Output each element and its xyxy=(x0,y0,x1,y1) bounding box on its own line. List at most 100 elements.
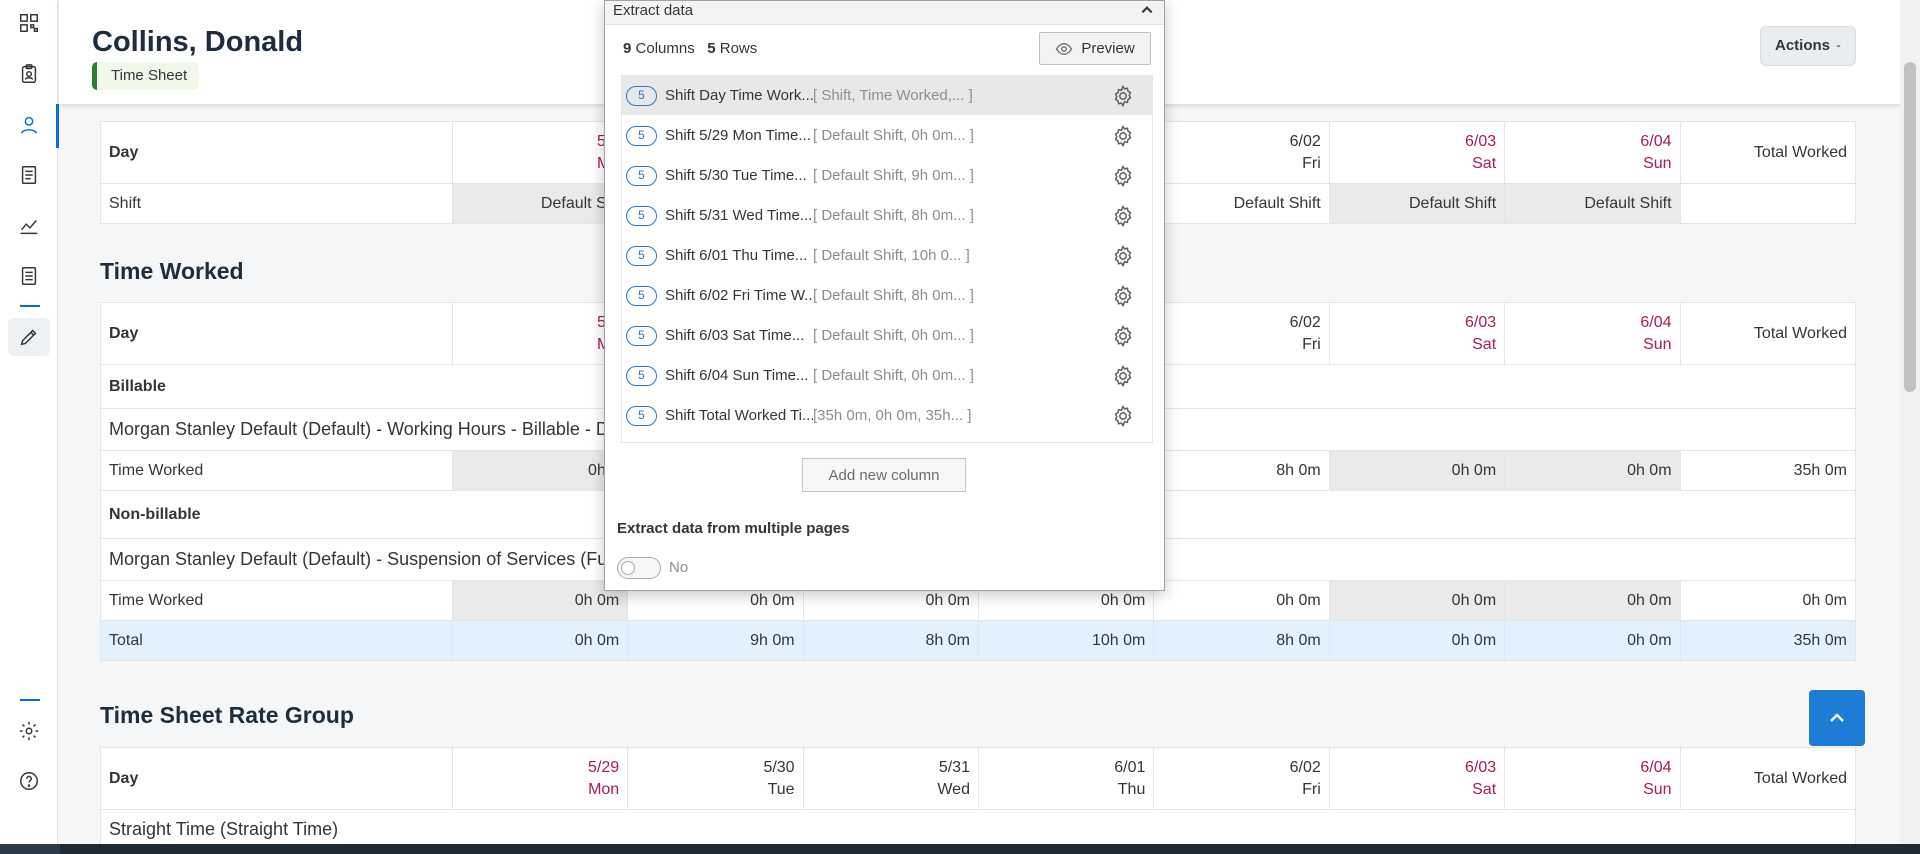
column-name: Shift Day Time Work... xyxy=(665,87,813,104)
day-label: Day xyxy=(100,121,453,184)
shift-label: Shift xyxy=(100,183,453,224)
row-count-badge: 5 xyxy=(626,285,657,306)
help-icon[interactable] xyxy=(8,762,50,800)
column-name: Shift 6/02 Fri Time W... xyxy=(665,287,813,304)
chevron-down-icon xyxy=(1836,44,1841,48)
day-header: 6/03 Sat xyxy=(1328,121,1506,184)
qr-code-icon[interactable] xyxy=(8,4,50,42)
time-cell: 0h 0m xyxy=(1504,580,1681,621)
document-icon[interactable] xyxy=(8,257,50,295)
column-item[interactable]: 5 Shift 6/04 Sun Time... [ Default Shift… xyxy=(622,356,1152,395)
time-cell: 0h 0 xyxy=(451,450,629,491)
rail-divider xyxy=(20,305,40,307)
time-cell: 0h 0m xyxy=(1328,450,1506,491)
settings-gear-icon[interactable] xyxy=(8,712,50,750)
total-cell: 0h 0m xyxy=(451,620,629,661)
day-header: 6/02 Fri xyxy=(1153,747,1330,810)
day-header: 6/04 Sun xyxy=(1504,121,1681,184)
day-header: 5/2Mo xyxy=(451,121,629,184)
day-header: 6/01 Thu xyxy=(977,747,1155,810)
shift-cell: Default Shift xyxy=(1153,183,1330,224)
gear-icon[interactable] xyxy=(1111,204,1135,228)
analytics-chart-icon[interactable] xyxy=(8,207,50,245)
day-header: 5/31 Wed xyxy=(802,747,979,810)
gear-icon[interactable] xyxy=(1111,404,1135,428)
time-total-cell: 0h 0m xyxy=(1679,580,1857,621)
rate-group-title: Time Sheet Rate Group xyxy=(100,702,354,728)
total-worked-header: Total Worked xyxy=(1679,121,1857,184)
day-header: 5/30 Tue xyxy=(627,747,804,810)
total-worked-header: Total Worked xyxy=(1679,302,1857,365)
gear-icon[interactable] xyxy=(1111,324,1135,348)
total-cell: 10h 0m xyxy=(977,620,1155,661)
shift-cell: Default Shift xyxy=(1504,183,1681,224)
gear-icon[interactable] xyxy=(1111,124,1135,148)
clipboard-user-icon[interactable] xyxy=(8,55,50,93)
extract-counts: 9 Columns 5 Rows xyxy=(623,40,758,57)
employee-name: Collins, Donald xyxy=(92,26,304,58)
row-count-badge: 5 xyxy=(626,245,657,266)
panel-title: Extract data xyxy=(613,2,694,19)
panel-header: Extract data xyxy=(605,1,1164,25)
column-name: Shift 6/01 Thu Time... xyxy=(665,247,808,264)
multi-pages-label: Extract data from multiple pages xyxy=(617,520,850,537)
column-item[interactable]: 5 Shift 5/29 Mon Time... [ Default Shift… xyxy=(622,116,1152,155)
column-item[interactable]: 5 Shift 6/02 Fri Time W... [ Default Shi… xyxy=(622,276,1152,315)
time-worked-label: Time Worked xyxy=(100,450,453,491)
gear-icon[interactable] xyxy=(1111,364,1135,388)
column-item[interactable]: 5 Shift Total Worked Ti... [35h 0m, 0h 0… xyxy=(622,396,1152,435)
row-count-badge: 5 xyxy=(626,205,657,226)
document-list-icon[interactable] xyxy=(8,156,50,194)
rate-group-table: Day 5/29 Mon 5/30 Tue 5/31 Wed 6/01 Thu 6/02… xyxy=(100,747,1857,850)
actions-label: Actions xyxy=(1775,37,1831,54)
column-name: Shift 5/31 Wed Time... xyxy=(665,207,813,224)
toggle-state-text: No xyxy=(669,559,689,576)
column-sample: [ Shift, Time Worked,... ] xyxy=(813,87,973,104)
total-label: Total xyxy=(100,620,453,661)
row-count-badge: 5 xyxy=(626,365,657,386)
taskbar-start[interactable] xyxy=(0,844,60,854)
multi-pages-toggle[interactable] xyxy=(617,557,661,579)
gear-icon[interactable] xyxy=(1111,284,1135,308)
actions-button[interactable]: Actions xyxy=(1760,26,1856,66)
gear-icon[interactable] xyxy=(1111,84,1135,108)
column-item[interactable]: 5 Shift 6/03 Sat Time... [ Default Shift… xyxy=(622,316,1152,355)
day-header: 6/02 Fri xyxy=(1153,121,1330,184)
total-cell: 0h 0m xyxy=(1328,620,1506,661)
time-worked-label: Time Worked xyxy=(100,580,453,621)
day-header: 6/03 Sat xyxy=(1328,302,1506,365)
vertical-scrollbar[interactable] xyxy=(1900,0,1920,844)
gear-icon[interactable] xyxy=(1111,244,1135,268)
scrollbar-thumb[interactable] xyxy=(1904,62,1916,392)
column-item[interactable]: 5 Shift 5/31 Wed Time... [ Default Shift… xyxy=(622,196,1152,235)
edit-pencil-icon[interactable] xyxy=(8,318,50,356)
column-item[interactable]: 5 Shift Day Time Work... [ Shift, Time W… xyxy=(622,76,1152,115)
row-count-badge: 5 xyxy=(626,405,657,426)
chevron-up-icon[interactable] xyxy=(1140,3,1154,21)
left-nav-rail xyxy=(0,0,59,844)
shift-cell: Default Shift xyxy=(1328,183,1506,224)
scroll-to-top-button[interactable] xyxy=(1809,690,1865,746)
column-item[interactable]: 5 Shift 5/30 Tue Time... [ Default Shift… xyxy=(622,156,1152,195)
total-cell: 35h 0m xyxy=(1679,620,1857,661)
active-indicator xyxy=(56,104,59,148)
column-sample: [ Default Shift, 0h 0m... ] xyxy=(813,127,974,144)
day-header: 5/29 Mon xyxy=(451,747,629,810)
row-count-badge: 5 xyxy=(626,125,657,146)
column-sample: [ Default Shift, 8h 0m... ] xyxy=(813,287,974,304)
gear-icon[interactable] xyxy=(1111,164,1135,188)
column-sample: [ Default Shift, 9h 0m... ] xyxy=(813,167,974,184)
preview-button[interactable]: Preview xyxy=(1039,32,1151,65)
time-total-cell: 35h 0m xyxy=(1679,450,1857,491)
day-header: 6/03 Sat xyxy=(1328,747,1506,810)
person-icon[interactable] xyxy=(8,106,50,144)
total-worked-header: Total Worked xyxy=(1679,747,1857,810)
column-list: 5 Shift Day Time Work... [ Shift, Time W… xyxy=(621,75,1153,443)
status-tag: Time Sheet xyxy=(92,62,200,90)
add-new-column-button[interactable]: Add new column xyxy=(802,458,966,492)
column-item[interactable]: 5 Shift 6/01 Thu Time... [ Default Shift… xyxy=(622,236,1152,275)
day-header: 6/04 Sun xyxy=(1504,302,1681,365)
day-header: 6/04 Sun xyxy=(1504,747,1681,810)
shift-cell: Default Shi xyxy=(451,183,629,224)
time-cell: 0h 0m xyxy=(1328,580,1506,621)
